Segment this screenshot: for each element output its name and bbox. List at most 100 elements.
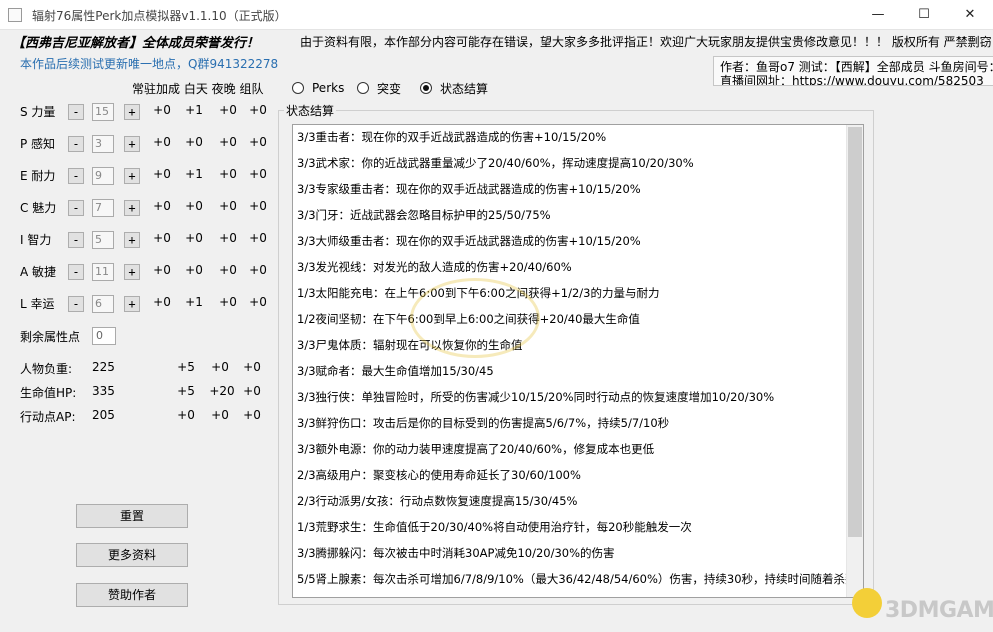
list-item[interactable]: 3/3独行侠：单独冒险时，所受的伤害减少10/15/20%同时行动点的恢复速度增… [297,389,774,405]
watermark-mascot-icon [852,588,882,618]
stat-value[interactable]: 7 [92,199,114,217]
stat-value[interactable]: 3 [92,135,114,153]
stat-minus-button[interactable]: - [68,200,84,216]
stat-value[interactable]: 15 [92,103,114,121]
bonus-team: +0 [249,231,267,245]
radio-perks[interactable]: Perks [292,80,344,96]
derived-bonus: +0 [243,384,261,398]
bonus-permanent: +0 [153,231,171,245]
list-item[interactable]: 3/3重击者：现在你的双手近战武器造成的伤害+10/15/20% [297,129,606,145]
stat-value[interactable]: 6 [92,295,114,313]
radio-status[interactable]: 状态结算 [420,80,488,96]
stat-label: L 幸运 [20,297,55,311]
disclaimer-text: 由于资料有限，本作部分内容可能存在错误，望大家多多批评指正！欢迎广大玩家朋友提供… [300,35,992,49]
list-item[interactable]: 3/3专家级重击者：现在你的双手近战武器造成的伤害+10/15/20% [297,181,641,197]
hp-value: 335 [92,384,115,398]
stat-label: E 耐力 [20,169,56,183]
results-scrollbar[interactable] [846,125,863,597]
reset-button[interactable]: 重置 [76,504,188,528]
stat-label: C 魅力 [20,201,57,215]
minimize-icon[interactable]: — [855,0,901,30]
update-note: 本作品后续测试更新唯一地点，Q群941322278 [20,57,279,71]
stat-plus-button[interactable]: + [124,200,140,216]
resize-grip-icon[interactable] [981,620,993,632]
bonus-team: +0 [249,167,267,181]
bonus-team: +0 [249,135,267,149]
status-results-list[interactable]: 3/3重击者：现在你的双手近战武器造成的伤害+10/15/20% 3/3武术家：… [292,124,864,598]
radio-mutations[interactable]: 突变 [357,80,401,96]
bonus-night: +0 [219,135,237,149]
bonus-permanent: +0 [153,135,171,149]
bonus-day: +1 [185,295,203,309]
stream-url: 直播间网址：https://www.douyu.com/582503 [720,74,984,86]
stat-label: I 智力 [20,233,52,247]
watermark-emblem [410,278,540,358]
bonus-team: +0 [249,103,267,117]
radio-perks-label: Perks [312,81,345,95]
stat-value[interactable]: 11 [92,263,114,281]
stat-minus-button[interactable]: - [68,168,84,184]
stat-value[interactable]: 5 [92,231,114,249]
stat-minus-button[interactable]: - [68,264,84,280]
list-item[interactable]: 3/3门牙：近战武器会忽略目标护甲的25/50/75% [297,207,551,223]
stat-plus-button[interactable]: + [124,264,140,280]
ap-label: 行动点AP: [20,410,76,424]
bonus-night: +0 [219,295,237,309]
bonus-night: +0 [219,231,237,245]
ap-value: 205 [92,408,115,422]
donate-button[interactable]: 赞助作者 [76,583,188,607]
marquee-banner: 【西弗吉尼亚解放者】全体成员荣誉发行！ 由于资料有限，本作部分内容可能存在错误，… [0,31,993,51]
list-item[interactable]: 3/3武术家：你的近战武器重量减少了20/40/60%，挥动速度提高10/20/… [297,155,694,171]
bonus-permanent: +0 [153,103,171,117]
stat-minus-button[interactable]: - [68,232,84,248]
app-icon [8,8,22,22]
maximize-icon[interactable]: ☐ [901,0,947,30]
stat-minus-button[interactable]: - [68,296,84,312]
bonus-night: +0 [219,103,237,117]
bonus-team: +0 [249,199,267,213]
bonus-day: +0 [185,231,203,245]
bonus-permanent: +0 [153,263,171,277]
bonus-team: +0 [249,295,267,309]
scrollbar-thumb[interactable] [848,127,862,537]
radio-mutations-indicator [357,82,369,94]
list-item[interactable]: 3/3鲜狩伤口：攻击后是你的目标受到的伤害提高5/6/7%，持续5/7/10秒 [297,415,669,431]
list-item[interactable]: 5/5肾上腺素：每次击杀可增加6/7/8/9/10%（最大36/42/48/54… [297,571,857,587]
status-groupbox-title: 状态结算 [284,102,337,119]
bonus-day: +0 [185,199,203,213]
carry-weight-value: 225 [92,360,115,374]
stat-plus-button[interactable]: + [124,296,140,312]
list-item[interactable]: 3/3发光视线：对发光的敌人造成的伤害+20/40/60% [297,259,572,275]
stat-plus-button[interactable]: + [124,136,140,152]
stat-label: A 敏捷 [20,265,57,279]
stat-plus-button[interactable]: + [124,168,140,184]
list-item[interactable]: 3/3赋命者：最大生命值增加15/30/45 [297,363,494,379]
derived-bonus: +20 [209,384,235,398]
derived-bonus: +0 [243,408,261,422]
derived-bonus: +5 [177,360,195,374]
stat-plus-button[interactable]: + [124,104,140,120]
remaining-points-value: 0 [92,327,116,345]
derived-bonus: +0 [243,360,261,374]
list-item[interactable]: 1/3荒野求生：生命值低于20/30/40%将自动使用治疗针，每20秒能触发一次 [297,519,692,535]
bonus-day: +0 [185,263,203,277]
bonus-night: +0 [219,167,237,181]
title-bar: 辐射76属性Perk加点模拟器v1.1.10（正式版） — ☐ ✕ [0,0,993,30]
bonus-night: +0 [219,263,237,277]
stat-minus-button[interactable]: - [68,136,84,152]
stat-label: S 力量 [20,105,56,119]
author-info: 作者：鱼哥o7 测试：【西解】全部成员 斗鱼房间号： 直播间网址：https:/… [713,56,993,86]
list-item[interactable]: 3/3大师级重击者：现在你的双手近战武器造成的伤害+10/15/20% [297,233,641,249]
remaining-points-label: 剩余属性点 [20,330,81,344]
more-info-button[interactable]: 更多资料 [76,543,188,567]
bonus-permanent: +0 [153,295,171,309]
list-item[interactable]: 3/3腾挪躲闪：每次被击中时消耗30AP减免10/20/30%的伤害 [297,545,615,561]
list-item[interactable]: 2/3高级用户：聚变核心的使用寿命延长了30/60/100% [297,467,581,483]
stat-plus-button[interactable]: + [124,232,140,248]
stat-minus-button[interactable]: - [68,104,84,120]
list-item[interactable]: 3/3额外电源：你的动力装甲速度提高了20/40/60%，修复成本也更低 [297,441,654,457]
radio-status-label: 状态结算 [440,81,489,96]
stat-value[interactable]: 9 [92,167,114,185]
close-icon[interactable]: ✕ [947,0,993,30]
list-item[interactable]: 2/3行动派男/女孩：行动点数恢复速度提高15/30/45% [297,493,577,509]
